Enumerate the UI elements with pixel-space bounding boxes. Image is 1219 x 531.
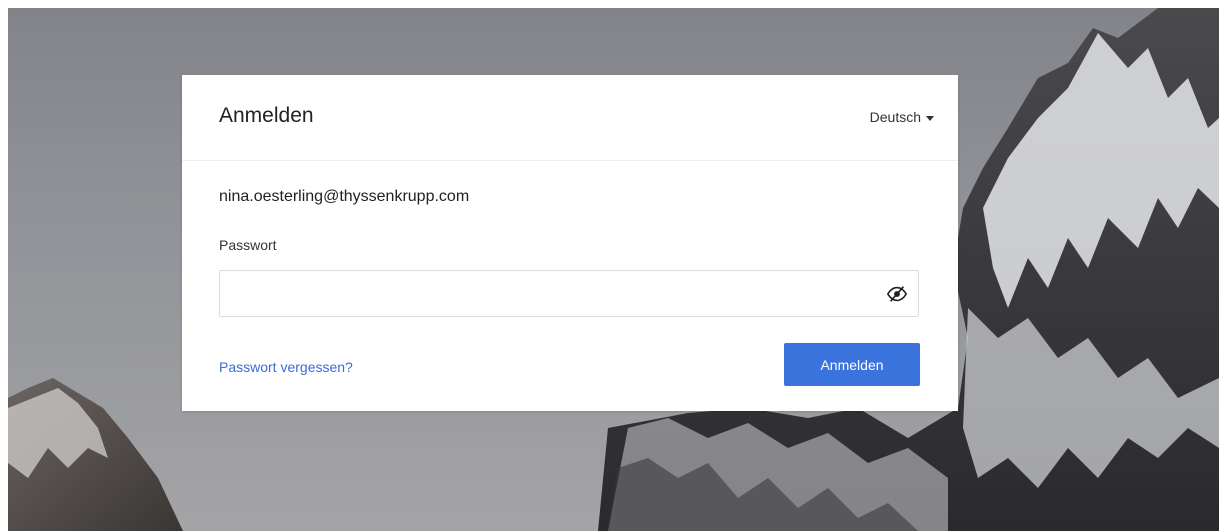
password-input[interactable] bbox=[220, 271, 884, 316]
card-header: Anmelden Deutsch bbox=[182, 75, 958, 161]
sign-in-button[interactable]: Anmelden bbox=[784, 343, 920, 386]
password-field-container bbox=[219, 270, 919, 317]
caret-down-icon bbox=[926, 115, 934, 121]
password-label: Passwort bbox=[219, 237, 277, 253]
account-email: nina.oesterling@thyssenkrupp.com bbox=[219, 188, 470, 205]
forgot-password-link[interactable]: Passwort vergessen? bbox=[219, 359, 353, 375]
page-title: Anmelden bbox=[219, 104, 314, 127]
eye-slash-icon[interactable] bbox=[886, 283, 908, 305]
login-card: Anmelden Deutsch nina.oesterling@thyssen… bbox=[182, 75, 958, 411]
language-selector[interactable]: Deutsch bbox=[870, 109, 934, 125]
language-label: Deutsch bbox=[869, 109, 921, 125]
